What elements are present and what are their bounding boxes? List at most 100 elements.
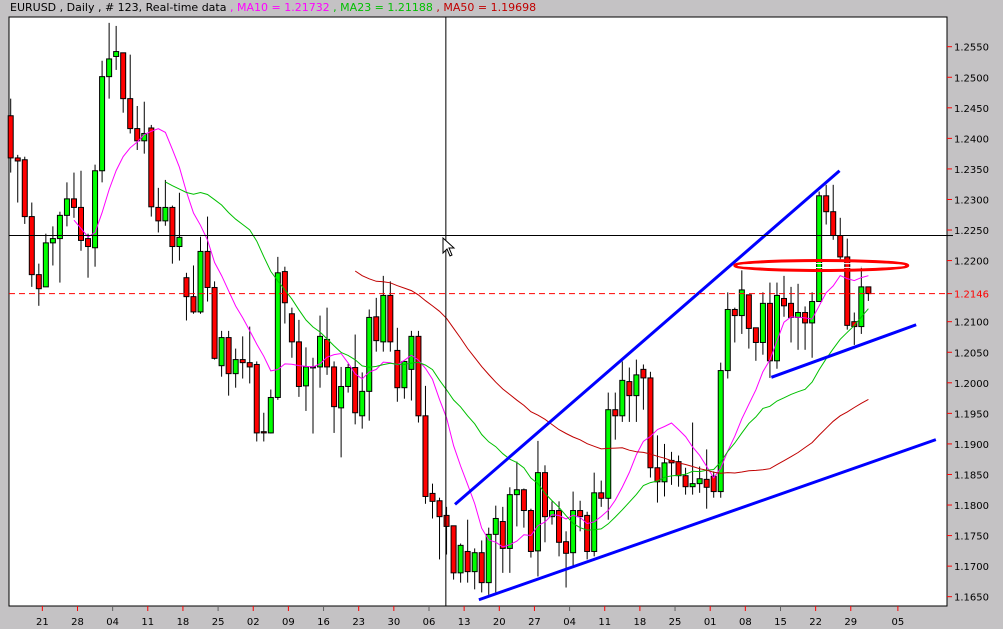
bull-candle-body — [338, 385, 345, 409]
bear-candle-body — [577, 510, 584, 518]
bull-candle-body — [366, 316, 373, 392]
plot-area[interactable] — [8, 16, 948, 607]
bear-candle-body — [85, 238, 92, 248]
candle — [717, 362, 724, 498]
bull-candle-body — [162, 206, 169, 222]
y-tick-label: 1.2400 — [954, 134, 989, 145]
bull-candle-body — [759, 302, 766, 343]
bear-candle-body — [443, 514, 450, 527]
bull-candle-body — [302, 366, 309, 387]
bull-candle-body — [773, 294, 780, 362]
bull-candle-body — [92, 170, 99, 249]
bear-candle-body — [253, 363, 260, 434]
bull-candle-body — [401, 360, 408, 389]
candle — [21, 156, 28, 224]
bear-candle-body — [745, 294, 752, 329]
bear-candle-body — [211, 286, 218, 359]
bear-candle-body — [295, 341, 302, 387]
bull-candle-body — [471, 552, 478, 573]
bull-candle-body — [506, 494, 513, 549]
candle — [450, 525, 457, 580]
bull-candle-body — [63, 198, 70, 216]
bear-candle-body — [429, 492, 436, 502]
x-tick-label: 04 — [106, 617, 119, 628]
y-tick-label: 1.2300 — [954, 195, 989, 206]
bear-candle-body — [134, 128, 141, 142]
bull-candle-body — [176, 236, 183, 248]
bear-candle-body — [450, 525, 457, 574]
bull-candle-body — [570, 510, 577, 554]
x-tick-label: 20 — [493, 617, 506, 628]
y-tick-label: 1.1700 — [954, 562, 989, 573]
bear-candle-body — [823, 195, 830, 213]
candle — [773, 282, 780, 369]
bear-candle-body — [70, 198, 77, 208]
bull-candle-body — [696, 478, 703, 485]
bull-candle-body — [605, 409, 612, 499]
bull-candle-body — [408, 335, 415, 370]
y-tick-label: 1.1950 — [954, 409, 989, 420]
x-tick-label: 18 — [634, 617, 647, 628]
bull-candle-body — [197, 250, 204, 313]
bear-candle-body — [731, 308, 738, 317]
bear-candle-body — [324, 338, 331, 368]
bull-candle-body — [619, 379, 626, 417]
x-tick-label: 25 — [212, 617, 225, 628]
candle — [148, 124, 155, 217]
bear-candle-body — [612, 409, 619, 417]
y-tick-label: 1.2550 — [954, 43, 989, 54]
bull-candle-body — [724, 308, 731, 372]
y-tick-label: 1.1650 — [954, 593, 989, 604]
y-tick-label: 1.1900 — [954, 440, 989, 451]
price-chart[interactable]: 1.2550 1.2500 1.2450 1.2400 1.2350 1.2300 1.22… — [0, 0, 1003, 629]
y-tick-label: 1.1850 — [954, 470, 989, 481]
bid-price-label: 1.2146 — [954, 290, 989, 301]
bear-candle-body — [288, 313, 295, 343]
x-tick-label: 13 — [458, 617, 471, 628]
bear-candle-body — [626, 381, 633, 397]
x-tick-label: 23 — [352, 617, 365, 628]
bear-candle-body — [35, 274, 42, 290]
x-tick-label: 02 — [247, 617, 260, 628]
x-tick-label: 30 — [387, 617, 400, 628]
bear-candle-body — [246, 362, 253, 368]
bull-candle-body — [485, 533, 492, 584]
y-tick-label: 1.2250 — [954, 226, 989, 237]
bear-candle-body — [190, 296, 197, 313]
candle — [99, 60, 106, 183]
bull-candle-body — [492, 517, 499, 535]
bear-candle-body — [260, 431, 267, 434]
bull-candle-body — [106, 58, 113, 78]
y-tick-label: 1.2500 — [954, 73, 989, 84]
bear-candle-body — [563, 541, 570, 554]
y-tick-label: 1.2000 — [954, 379, 989, 390]
bear-candle-body — [752, 327, 759, 343]
bear-candle-body — [373, 316, 380, 342]
x-tick-label: 11 — [141, 617, 154, 628]
bear-candle-body — [436, 500, 443, 518]
y-tick-label: 1.2450 — [954, 104, 989, 115]
x-tick-label: 18 — [177, 617, 190, 628]
bull-candle-body — [218, 337, 225, 367]
x-tick-label: 05 — [892, 617, 905, 628]
bull-candle-body — [42, 242, 49, 288]
bear-candle-body — [788, 302, 795, 318]
candle — [415, 330, 422, 423]
bear-candle-body — [387, 294, 394, 343]
x-tick-label: 27 — [528, 617, 541, 628]
bull-candle-body — [809, 301, 816, 324]
bear-candle-body — [830, 211, 837, 237]
bull-candle-body — [232, 359, 239, 375]
bear-candle-body — [499, 521, 506, 549]
bear-candle-body — [127, 98, 134, 130]
bear-candle-body — [520, 489, 527, 512]
bull-candle-body — [858, 286, 865, 328]
bull-candle-body — [49, 238, 56, 244]
bull-candle-body — [633, 374, 640, 397]
bear-candle-body — [120, 52, 127, 100]
y-tick-label: 1.2200 — [954, 257, 989, 268]
bear-candle-body — [21, 159, 28, 218]
bear-candle-body — [14, 157, 21, 162]
bear-candle-body — [865, 286, 872, 295]
bear-candle-body — [766, 302, 773, 362]
